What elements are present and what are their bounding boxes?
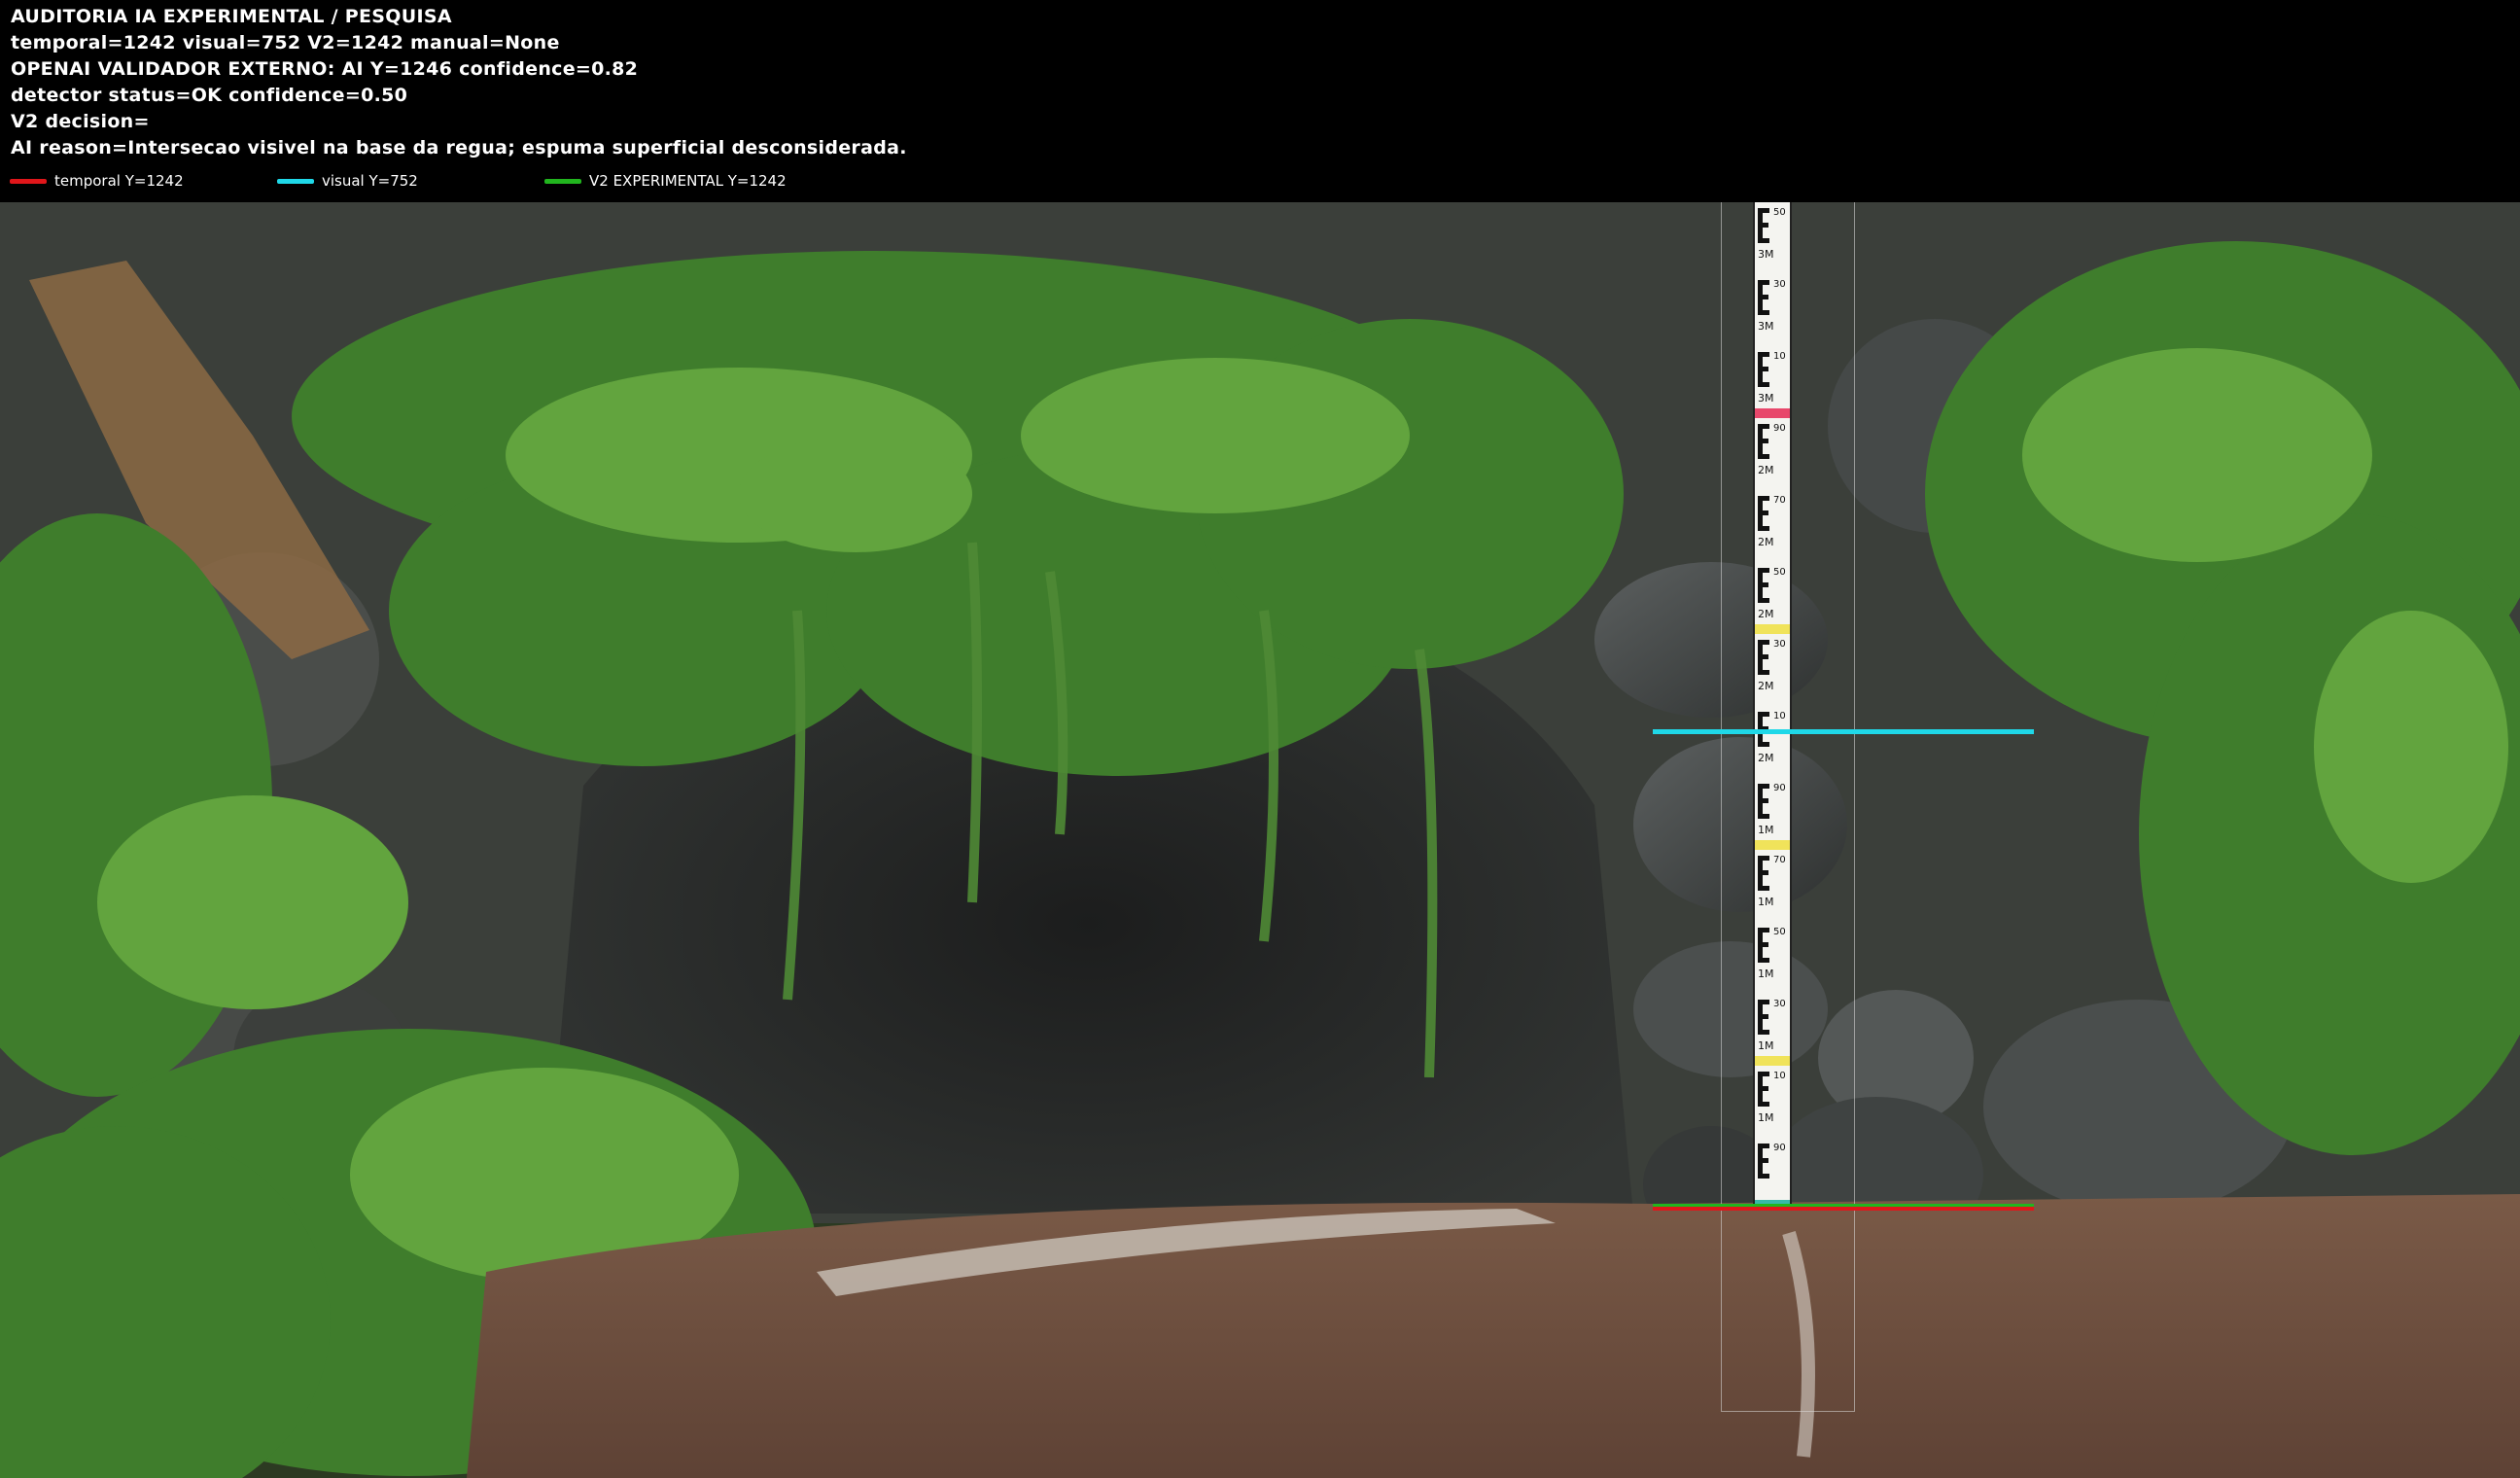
gauge-tick-label: 30 <box>1773 999 1786 1009</box>
gauge-meter-label: 2M <box>1758 464 1774 476</box>
gauge-segment: 70 2M <box>1755 490 1790 562</box>
gauge-meter-label: 2M <box>1758 536 1774 548</box>
gauge-tick-label: 50 <box>1773 927 1786 937</box>
gauge-color-band <box>1755 264 1790 274</box>
gauge-meter-label: 2M <box>1758 752 1774 764</box>
camera-frame: AUDITORIA IA EXPERIMENTAL / PESQUISA tem… <box>0 0 2520 1478</box>
gauge-tick-label: 50 <box>1773 567 1786 578</box>
gauge-meter-label: 3M <box>1758 392 1774 405</box>
gauge-e-mid <box>1758 1158 1768 1163</box>
gauge-e-mid <box>1758 295 1768 299</box>
legend-swatch-visual <box>277 179 314 184</box>
gauge-color-band <box>1755 1056 1790 1066</box>
visual-level-line <box>1653 729 2034 734</box>
ai-reason-text: AI reason=Intersecao visivel na base da … <box>11 137 907 158</box>
gauge-e-mid <box>1758 1014 1768 1019</box>
gauge-tick-label: 90 <box>1773 783 1786 793</box>
gauge-tick-label: 90 <box>1773 1143 1786 1153</box>
gauge-color-band <box>1755 912 1790 922</box>
audit-title: AUDITORIA IA EXPERIMENTAL / PESQUISA <box>11 6 452 27</box>
gauge-e-mid <box>1758 510 1768 515</box>
gauge-meter-label: 1M <box>1758 824 1774 836</box>
gauge-segment: 90 <box>1755 1138 1790 1204</box>
gauge-segment: 30 1M <box>1755 994 1790 1066</box>
gauge-color-band <box>1755 408 1790 418</box>
river-camera-image: 50 3M 30 3M 10 3M 90 2M 70 2M 50 2M 30 2M 10 2M 90 1M 70 1M… <box>0 202 2520 1478</box>
gauge-color-band <box>1755 552 1790 562</box>
gauge-meter-label: 2M <box>1758 608 1774 620</box>
gauge-tick-label: 70 <box>1773 495 1786 506</box>
gauge-tick-label: 10 <box>1773 351 1786 362</box>
gauge-segment: 90 1M <box>1755 778 1790 850</box>
gauge-color-band <box>1755 480 1790 490</box>
gauge-tick-label: 30 <box>1773 279 1786 290</box>
gauge-color-band <box>1755 1128 1790 1138</box>
audit-info-header: AUDITORIA IA EXPERIMENTAL / PESQUISA tem… <box>0 0 2520 202</box>
gauge-meter-label: 1M <box>1758 968 1774 980</box>
v2-decision-text: V2 decision= <box>11 111 150 132</box>
level-readings-text: temporal=1242 visual=752 V2=1242 manual=… <box>11 32 560 53</box>
gauge-meter-label: 3M <box>1758 320 1774 333</box>
gauge-color-band <box>1755 336 1790 346</box>
external-validator-text: OPENAI VALIDADOR EXTERNO: AI Y=1246 conf… <box>11 58 639 80</box>
gauge-e-mid <box>1758 798 1768 803</box>
gauge-segment: 30 3M <box>1755 274 1790 346</box>
gauge-e-mid <box>1758 582 1768 587</box>
river-water <box>467 1194 2520 1478</box>
staff-gauge: 50 3M 30 3M 10 3M 90 2M 70 2M 50 2M 30 2M 10 2M 90 1M 70 1M… <box>1753 202 1792 1204</box>
legend-label-visual: visual Y=752 <box>322 172 418 190</box>
gauge-segment: 10 1M <box>1755 1066 1790 1138</box>
gauge-e-mid <box>1758 1086 1768 1091</box>
gauge-tick-label: 10 <box>1773 711 1786 721</box>
gauge-color-band <box>1755 696 1790 706</box>
gauge-color-band <box>1755 768 1790 778</box>
gauge-e-mid <box>1758 367 1768 371</box>
gauge-meter-label: 1M <box>1758 1111 1774 1124</box>
gauge-segment: 50 1M <box>1755 922 1790 994</box>
gauge-e-mid <box>1758 223 1768 228</box>
gauge-tick-label: 30 <box>1773 639 1786 650</box>
legend-swatch-temporal <box>10 179 47 184</box>
temporal-level-line <box>1653 1207 2034 1211</box>
gauge-segment: 50 2M <box>1755 562 1790 634</box>
legend-label-v2: V2 EXPERIMENTAL Y=1242 <box>589 172 787 190</box>
gauge-color-band <box>1755 840 1790 850</box>
gauge-meter-label: 2M <box>1758 680 1774 692</box>
gauge-e-mid <box>1758 654 1768 659</box>
gauge-tick-label: 50 <box>1773 207 1786 218</box>
gauge-color-band <box>1755 624 1790 634</box>
gauge-segment: 50 3M <box>1755 202 1790 274</box>
gauge-tick-label: 70 <box>1773 855 1786 865</box>
gauge-meter-label: 1M <box>1758 896 1774 908</box>
gauge-tick-label: 10 <box>1773 1071 1786 1081</box>
gauge-e-mid <box>1758 870 1768 875</box>
gauge-e-mid <box>1758 942 1768 947</box>
legend-label-temporal: temporal Y=1242 <box>54 172 184 190</box>
gauge-color-band <box>1755 984 1790 994</box>
gauge-segment: 30 2M <box>1755 634 1790 706</box>
gauge-tick-label: 90 <box>1773 423 1786 434</box>
legend-swatch-v2 <box>544 179 581 184</box>
gauge-segment: 10 3M <box>1755 346 1790 418</box>
gauge-segment: 10 2M <box>1755 706 1790 778</box>
gauge-meter-label: 1M <box>1758 1039 1774 1052</box>
detector-status-text: detector status=OK confidence=0.50 <box>11 85 408 106</box>
gauge-segment: 70 1M <box>1755 850 1790 922</box>
gauge-meter-label: 3M <box>1758 248 1774 261</box>
gauge-segment: 90 2M <box>1755 418 1790 490</box>
gauge-e-mid <box>1758 439 1768 443</box>
